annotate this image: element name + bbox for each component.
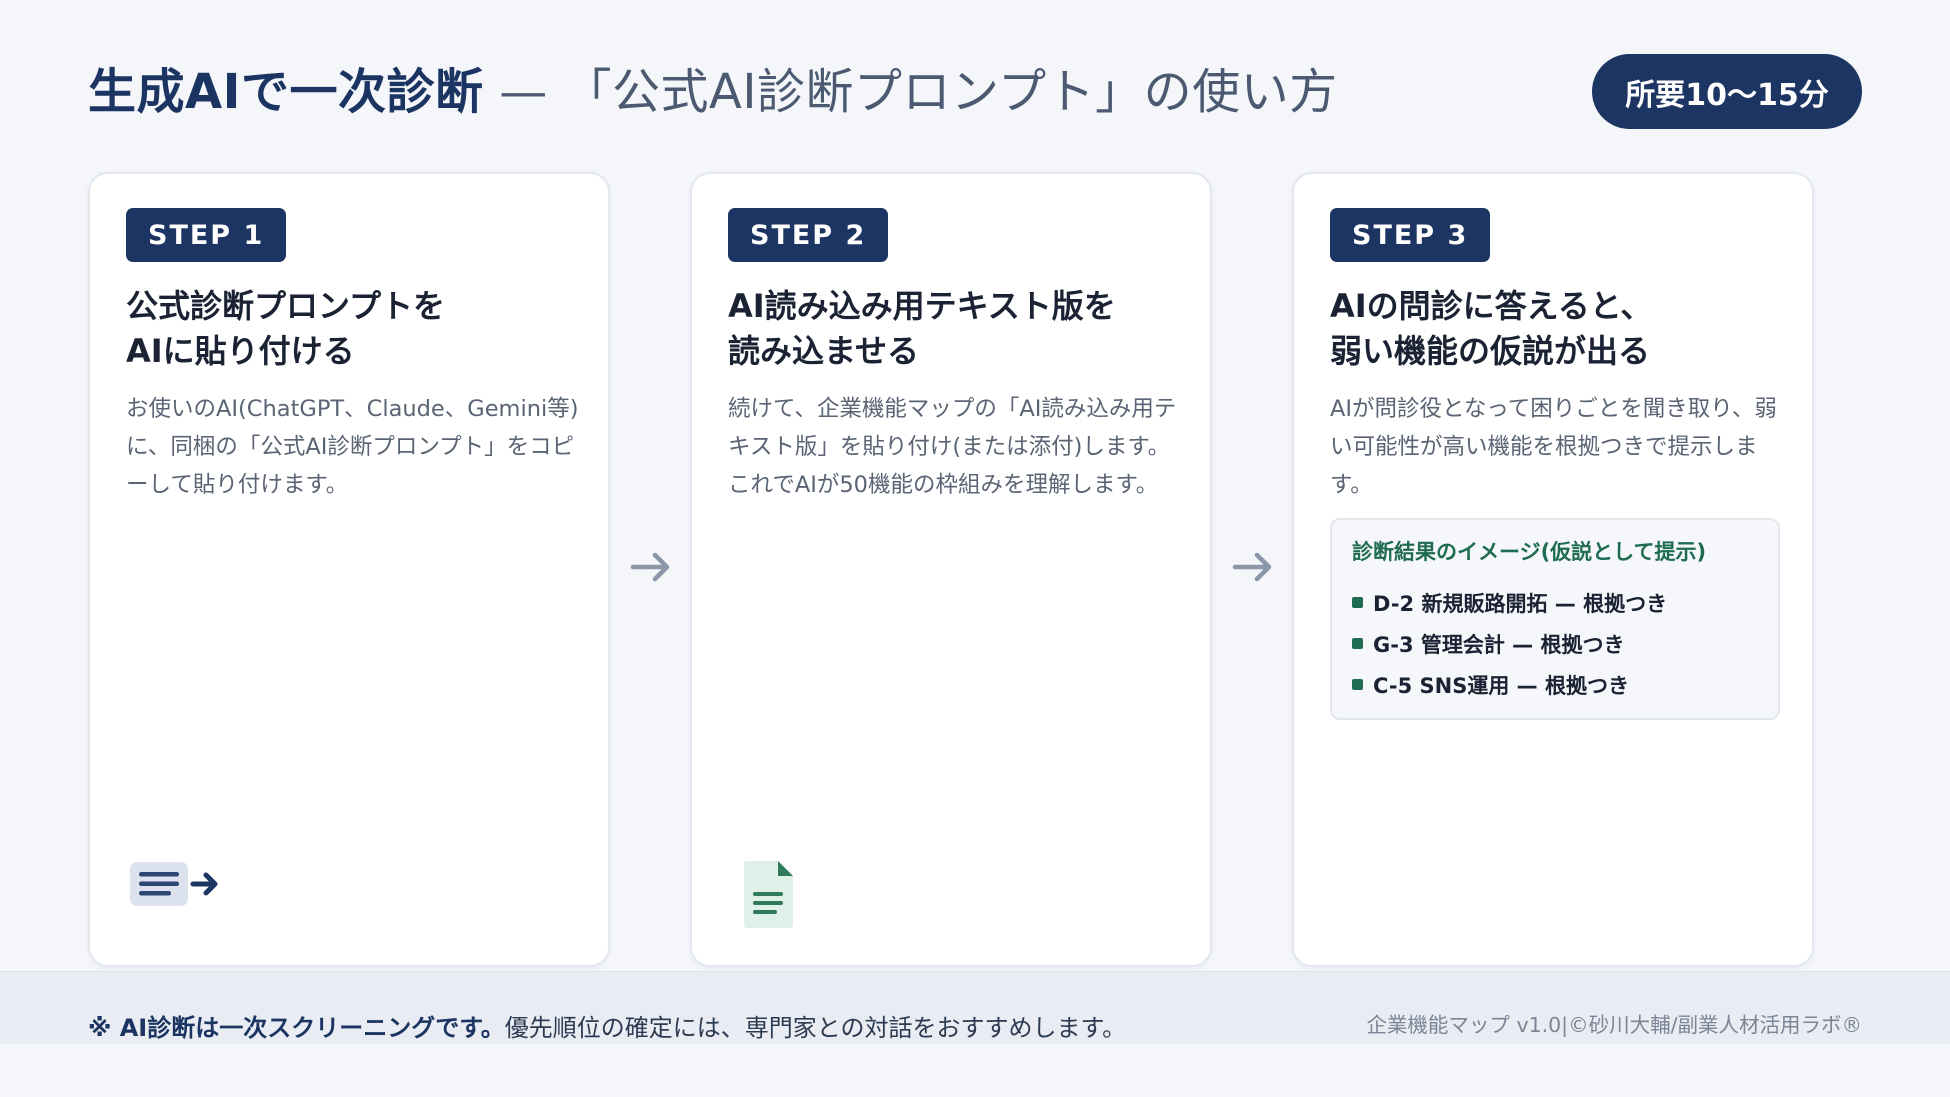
list-item-label: G-3 管理会計 — 根拠つき — [1373, 632, 1625, 657]
page-title-main: 生成AIで一次診断 — [88, 64, 484, 120]
list-item: D-2 新規販路開拓 — 根拠つき — [1352, 582, 1667, 623]
footer-note-emphasis: ※ AI診断は一次スクリーニングです。 — [88, 1014, 505, 1042]
step-title-line: AI読み込み用テキスト版を — [728, 287, 1116, 325]
step-description: AIが問診役となって困りごとを聞き取り、弱い可能性が高い機能を根拠つきで提示しま… — [1330, 396, 1777, 498]
step-badge: STEP 1 — [126, 208, 287, 262]
page-title-subtitle: — 「公式AI診断プロンプト」の使い方 — [483, 64, 1338, 120]
list-item-label: D-2 新規販路開拓 — 根拠つき — [1373, 591, 1668, 616]
step-title-line: AIの問診に答えると、 — [1330, 287, 1653, 325]
step-badge: STEP 3 — [1330, 208, 1491, 262]
step-title-line: 読み込ませる — [728, 332, 920, 370]
copy-paste-icon — [130, 862, 218, 906]
step-description: 続けて、企業機能マップの「AI読み込み用テキスト版」を貼り付け(または添付)しま… — [728, 396, 1177, 498]
bullet-icon — [1352, 597, 1363, 608]
footer-credit: 企業機能マップ v1.0|©砂川大輔/副業人材活用ラボ® — [1366, 1013, 1862, 1037]
arrow-right-icon — [629, 545, 673, 589]
step-description: お使いのAI(ChatGPT、Claude、Gemini等)に、同梱の「公式AI… — [126, 396, 579, 498]
header: 生成AIで一次診断 — 「公式AI診断プロンプト」の使い方 所要10〜15分 — [88, 52, 1862, 132]
step-card-3: STEP 3 AIの問診に答えると、 弱い機能の仮説が出る AIが問診役となって… — [1292, 172, 1814, 967]
footer: ※ AI診断は一次スクリーニングです。優先順位の確定には、専門家との対話をおすす… — [0, 971, 1950, 1044]
result-list: D-2 新規販路開拓 — 根拠つき G-3 管理会計 — 根拠つき C-5 SN… — [1352, 582, 1667, 705]
document-icon — [744, 861, 793, 928]
list-item: G-3 管理会計 — 根拠つき — [1352, 623, 1667, 664]
bullet-icon — [1352, 679, 1363, 690]
footer-note-text: 優先順位の確定には、専門家との対話をおすすめします。 — [504, 1014, 1127, 1042]
footer-note: ※ AI診断は一次スクリーニングです。優先順位の確定には、専門家との対話をおすす… — [88, 1008, 1126, 1043]
bullet-icon — [1352, 638, 1363, 649]
arrow-right-icon — [1231, 545, 1275, 589]
page-title: 生成AIで一次診断 — 「公式AI診断プロンプト」の使い方 — [88, 60, 1338, 124]
step-title-line: 公式診断プロンプトを — [126, 287, 446, 325]
list-item-label: C-5 SNS運用 — 根拠つき — [1373, 673, 1629, 698]
step-title-line: 弱い機能の仮説が出る — [1330, 332, 1651, 370]
step-badge: STEP 2 — [728, 208, 889, 262]
step-title: 公式診断プロンプトを AIに貼り付ける — [126, 284, 586, 374]
step-title-line: AIに貼り付ける — [126, 332, 355, 370]
step-card-2: STEP 2 AI読み込み用テキスト版を 読み込ませる 続けて、企業機能マップの… — [690, 172, 1212, 967]
duration-badge: 所要10〜15分 — [1592, 54, 1862, 129]
list-item: C-5 SNS運用 — 根拠つき — [1352, 664, 1667, 705]
step-card-1: STEP 1 公式診断プロンプトを AIに貼り付ける お使いのAI(ChatGP… — [88, 172, 610, 967]
diagnosis-result-box: 診断結果のイメージ(仮説として提示) D-2 新規販路開拓 — 根拠つき G-3… — [1330, 518, 1780, 720]
step-title: AIの問診に答えると、 弱い機能の仮説が出る — [1330, 284, 1790, 374]
result-title: 診断結果のイメージ(仮説として提示) — [1352, 540, 1707, 564]
step-title: AI読み込み用テキスト版を 読み込ませる — [728, 284, 1188, 374]
